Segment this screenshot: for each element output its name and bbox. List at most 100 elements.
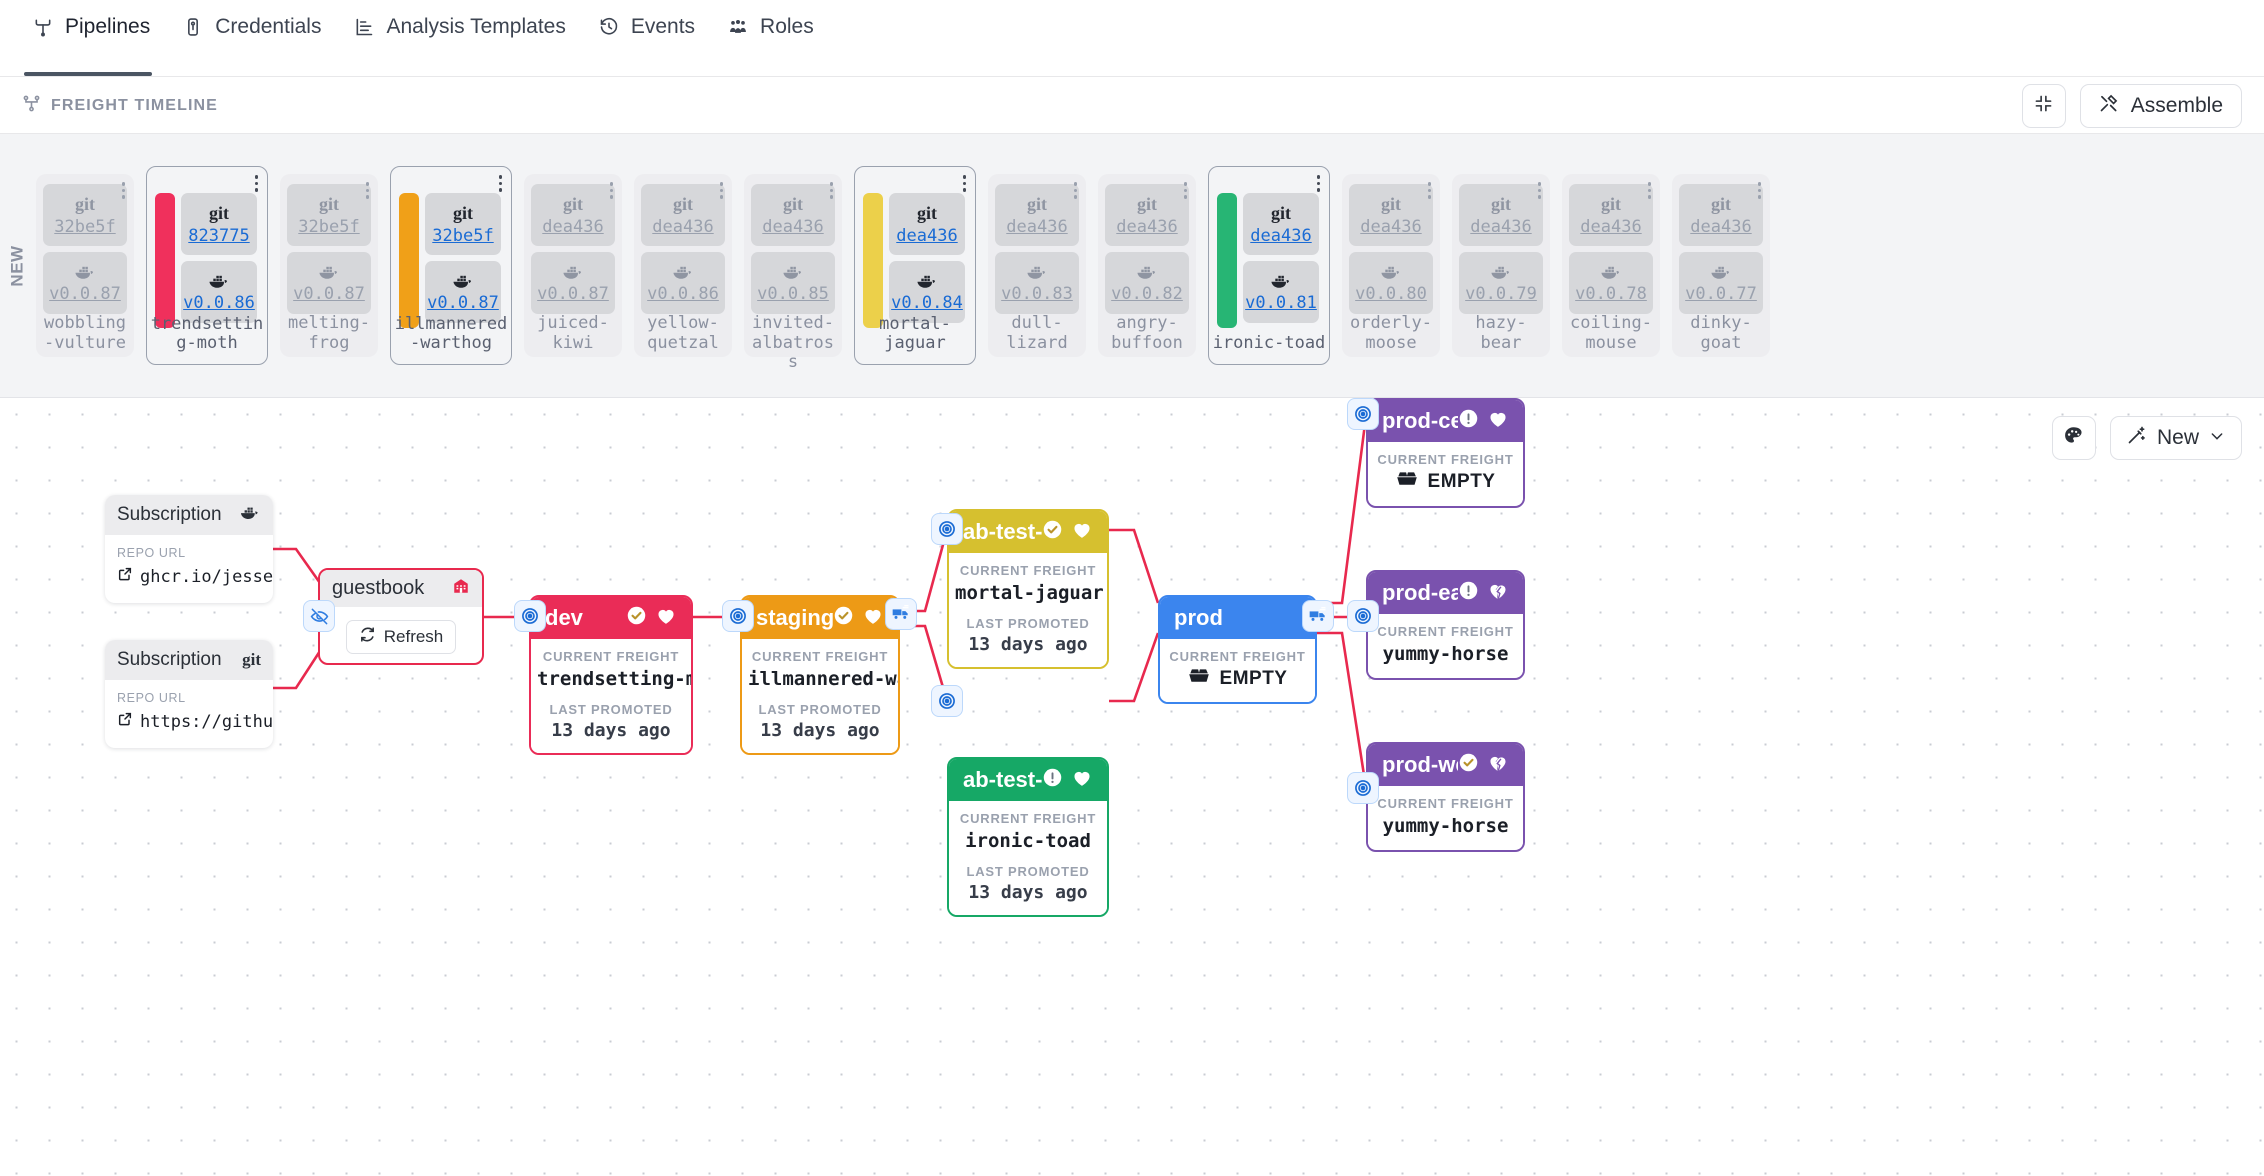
- freight-chip-git[interactable]: gitdea436: [1105, 184, 1189, 246]
- freight-card[interactable]: git32be5fv0.0.87melting-frog: [280, 174, 378, 357]
- freight-card-menu-button[interactable]: [720, 182, 724, 199]
- repo-url-value[interactable]: ghcr.io/jesses...: [117, 566, 261, 587]
- freight-card[interactable]: gitdea436v0.0.86yellow-quetzal: [634, 174, 732, 357]
- dev-promote-handle[interactable]: [514, 600, 546, 632]
- warehouse-node-guestbook[interactable]: guestbook Refresh: [318, 568, 484, 665]
- collapse-timeline-button[interactable]: [2022, 84, 2066, 128]
- freight-chip-image[interactable]: v0.0.87: [43, 252, 127, 314]
- freight-card-list[interactable]: git32be5fv0.0.87wobbling-vulturegit82377…: [36, 134, 1780, 397]
- freight-timeline-strip[interactable]: NEW git32be5fv0.0.87wobbling-vulturegit8…: [0, 133, 2264, 398]
- freight-card-menu-button[interactable]: [1074, 182, 1078, 199]
- heart-icon[interactable]: [862, 605, 884, 632]
- freight-card[interactable]: gitdea436v0.0.82angry-buffoon: [1098, 174, 1196, 357]
- freight-card-menu-button[interactable]: [610, 182, 614, 199]
- ab-test-a-promote-handle[interactable]: [931, 513, 963, 545]
- freight-chip-image[interactable]: v0.0.77: [1679, 252, 1763, 314]
- freight-card[interactable]: gitdea436v0.0.83dull-lizard: [988, 174, 1086, 357]
- staging-freight-handle[interactable]: [885, 598, 917, 630]
- freight-chip-git[interactable]: gitdea436: [531, 184, 615, 246]
- prod-west-promote-handle[interactable]: [1347, 772, 1379, 804]
- heart-broken-icon[interactable]: [1487, 752, 1509, 779]
- color-palette-button[interactable]: [2052, 416, 2096, 460]
- prod-central-promote-handle[interactable]: [1347, 398, 1379, 430]
- freight-card-menu-button[interactable]: [963, 175, 967, 192]
- freight-card[interactable]: gitdea436v0.0.85invited-albatross: [744, 174, 842, 357]
- freight-card[interactable]: gitdea436v0.0.80orderly-moose: [1342, 174, 1440, 357]
- assemble-button[interactable]: Assemble: [2080, 84, 2242, 128]
- tab-analysis-templates[interactable]: Analysis Templates: [343, 0, 587, 76]
- stage-node-dev[interactable]: devCURRENT FREIGHTtrendsetting-mothLAST …: [529, 595, 693, 755]
- freight-chip-git[interactable]: gitdea436: [889, 193, 965, 255]
- freight-card-menu-button[interactable]: [122, 182, 126, 199]
- stage-node-prod[interactable]: prodCURRENT FREIGHTEMPTY: [1158, 595, 1317, 704]
- freight-card[interactable]: gitdea436v0.0.77dinky-goat: [1672, 174, 1770, 357]
- freight-card[interactable]: git32be5fv0.0.87wobbling-vulture: [36, 174, 134, 357]
- freight-card-menu-button[interactable]: [366, 182, 370, 199]
- tab-credentials[interactable]: Credentials: [172, 0, 343, 76]
- freight-chip-image[interactable]: v0.0.87: [287, 252, 371, 314]
- alert-circle-icon[interactable]: [1042, 767, 1063, 793]
- freight-chip-image[interactable]: v0.0.85: [751, 252, 835, 314]
- check-circle-icon[interactable]: [1458, 752, 1479, 778]
- stage-node-prod-west[interactable]: prod-westCURRENT FREIGHTyummy-horse: [1366, 742, 1525, 852]
- staging-promote-handle[interactable]: [722, 600, 754, 632]
- alert-circle-icon[interactable]: [1458, 408, 1479, 434]
- check-circle-icon[interactable]: [1042, 519, 1063, 545]
- freight-card[interactable]: gitdea436v0.0.81ironic-toad: [1208, 166, 1330, 365]
- stage-node-prod-central[interactable]: prod-centralCURRENT FREIGHTEMPTY: [1366, 398, 1525, 508]
- new-button[interactable]: New: [2110, 416, 2242, 460]
- alert-circle-icon[interactable]: [1458, 580, 1479, 606]
- ab-test-b-promote-handle[interactable]: [931, 685, 963, 717]
- freight-chip-git[interactable]: gitdea436: [1679, 184, 1763, 246]
- freight-chip-git[interactable]: gitdea436: [1243, 193, 1319, 255]
- freight-chip-git[interactable]: git823775: [181, 193, 257, 255]
- stage-node-ab-test-b[interactable]: ab-test-bCURRENT FREIGHTironic-toadLAST …: [947, 757, 1109, 917]
- freight-card[interactable]: gitdea436v0.0.87juiced-kiwi: [524, 174, 622, 357]
- pipeline-canvas[interactable]: New: [0, 398, 2264, 1176]
- heart-broken-icon[interactable]: [1487, 580, 1509, 607]
- heart-icon[interactable]: [1071, 767, 1093, 794]
- check-circle-icon[interactable]: [626, 605, 647, 631]
- freight-card-menu-button[interactable]: [830, 182, 834, 199]
- freight-chip-git[interactable]: git32be5f: [43, 184, 127, 246]
- freight-card-menu-button[interactable]: [1184, 182, 1188, 199]
- heart-icon[interactable]: [1487, 408, 1509, 435]
- tab-events[interactable]: Events: [588, 0, 717, 76]
- warehouse-visibility-handle[interactable]: [303, 600, 335, 632]
- freight-chip-git[interactable]: gitdea436: [995, 184, 1079, 246]
- freight-card-menu-button[interactable]: [1428, 182, 1432, 199]
- freight-card-menu-button[interactable]: [499, 175, 503, 192]
- freight-chip-git[interactable]: git32be5f: [287, 184, 371, 246]
- freight-chip-git[interactable]: gitdea436: [641, 184, 725, 246]
- freight-chip-image[interactable]: v0.0.78: [1569, 252, 1653, 314]
- freight-card[interactable]: gitdea436v0.0.78coiling-mouse: [1562, 174, 1660, 357]
- subscription-card-docker[interactable]: Subscription REPO URL ghcr.io/jesses...: [105, 495, 273, 603]
- stage-node-staging[interactable]: stagingCURRENT FREIGHTillmannered-wartho…: [740, 595, 900, 755]
- freight-chip-image[interactable]: v0.0.79: [1459, 252, 1543, 314]
- freight-chip-image[interactable]: v0.0.80: [1349, 252, 1433, 314]
- heart-icon[interactable]: [1071, 519, 1093, 546]
- tab-pipelines[interactable]: Pipelines: [22, 0, 172, 76]
- freight-card[interactable]: git823775v0.0.86trendsetting-moth: [146, 166, 268, 365]
- freight-card[interactable]: gitdea436v0.0.79hazy-bear: [1452, 174, 1550, 357]
- freight-card-menu-button[interactable]: [1317, 175, 1321, 192]
- freight-card-menu-button[interactable]: [255, 175, 259, 192]
- tab-roles[interactable]: Roles: [717, 0, 836, 76]
- prod-freight-handle[interactable]: [1302, 600, 1334, 632]
- freight-card[interactable]: gitdea436v0.0.84mortal-jaguar: [854, 166, 976, 365]
- freight-card-menu-button[interactable]: [1758, 182, 1762, 199]
- stage-node-prod-east[interactable]: prod-eastCURRENT FREIGHTyummy-horse: [1366, 570, 1525, 680]
- freight-chip-image[interactable]: v0.0.83: [995, 252, 1079, 314]
- freight-chip-git[interactable]: gitdea436: [1349, 184, 1433, 246]
- subscription-card-git[interactable]: Subscription git REPO URL https://github…: [105, 640, 273, 748]
- freight-chip-git[interactable]: gitdea436: [1459, 184, 1543, 246]
- refresh-button[interactable]: Refresh: [346, 620, 457, 654]
- freight-chip-git[interactable]: git32be5f: [425, 193, 501, 255]
- freight-card[interactable]: git32be5fv0.0.87illmannered-warthog: [390, 166, 512, 365]
- check-circle-icon[interactable]: [833, 605, 854, 631]
- freight-card-menu-button[interactable]: [1648, 182, 1652, 199]
- freight-chip-image[interactable]: v0.0.87: [531, 252, 615, 314]
- freight-chip-image[interactable]: v0.0.82: [1105, 252, 1189, 314]
- freight-chip-git[interactable]: gitdea436: [1569, 184, 1653, 246]
- freight-card-menu-button[interactable]: [1538, 182, 1542, 199]
